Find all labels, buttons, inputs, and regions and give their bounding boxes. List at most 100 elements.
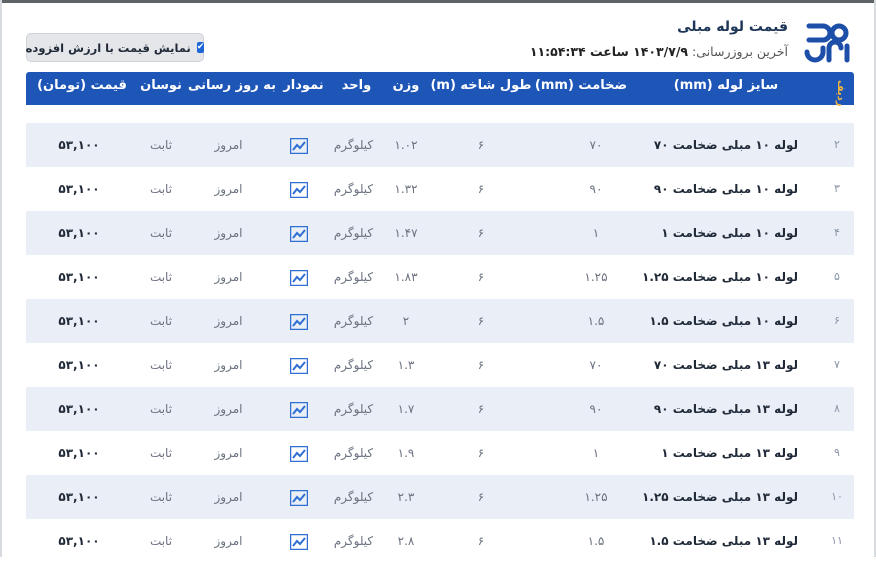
table-row[interactable]: ۴ لوله ۱۰ مبلی ضخامت ۱ ۱ ۶ ۱.۴۷ کیلوگرم …	[26, 211, 854, 255]
vat-toggle-label: نمایش قیمت با ارزش افزوده	[25, 40, 191, 55]
row-fluctuation: ثابت	[149, 358, 173, 372]
chart-trend-icon[interactable]	[276, 431, 321, 475]
row-updated: امروز	[214, 226, 243, 240]
row-price: ۵۳,۱۰۰	[58, 534, 100, 548]
vat-price-toggle[interactable]: ✔ نمایش قیمت با ارزش افزوده	[25, 33, 205, 62]
row-size[interactable]: لوله ۱۰ مبلی ضخامت ۱	[638, 211, 798, 255]
table-row[interactable]: ۱۰ لوله ۱۳ مبلی ضخامت ۱.۲۵ ۱.۲۵ ۶ ۲.۳ کی…	[26, 475, 854, 519]
table-row[interactable]: ۳ لوله ۱۰ مبلی ضخامت ۹۰ ۹۰ ۶ ۱.۳۲ کیلوگر…	[26, 167, 854, 211]
table-header: ردیف سایز لوله (mm) ضخامت (mm) طول شاخه …	[26, 72, 854, 107]
site-logo-icon	[801, 16, 855, 68]
row-price: ۵۳,۱۰۰	[58, 358, 100, 372]
col-header-chart: نمودار	[283, 78, 324, 93]
row-size[interactable]: لوله ۱۳ مبلی ضخامت ۷۰	[638, 343, 798, 387]
page-title: قیمت لوله مبلی	[677, 19, 788, 35]
col-header-size[interactable]: سایز لوله (mm)	[626, 78, 826, 93]
window-top-border	[0, 0, 876, 3]
window-left-border	[0, 0, 2, 557]
row-number: ۶	[834, 314, 840, 327]
row-updated: امروز	[214, 138, 243, 152]
row-price: ۵۳,۱۰۰	[58, 490, 100, 504]
row-size[interactable]: لوله ۱۳ مبلی ضخامت ۱.۵	[638, 519, 798, 563]
row-number: ۸	[834, 402, 840, 415]
col-header-price[interactable]: قیمت (تومان)	[32, 78, 132, 93]
chart-trend-icon[interactable]	[276, 255, 321, 299]
row-size[interactable]: لوله ۱۰ مبلی ضخامت ۱.۵	[638, 299, 798, 343]
table-row[interactable]: ۱۱ لوله ۱۳ مبلی ضخامت ۱.۵ ۱.۵ ۶ ۲.۸ کیلو…	[26, 519, 854, 563]
table-row[interactable]: ۷ لوله ۱۳ مبلی ضخامت ۷۰ ۷۰ ۶ ۱.۳ کیلوگرم…	[26, 343, 854, 387]
row-fluctuation: ثابت	[149, 446, 173, 460]
row-size[interactable]: لوله ۱۰ مبلی ضخامت ۷۰	[638, 123, 798, 167]
row-weight: ۲.۸	[397, 534, 415, 548]
row-number: ۵	[834, 270, 840, 283]
table-row[interactable]: ۹ لوله ۱۳ مبلی ضخامت ۱ ۱ ۶ ۱.۹ کیلوگرم ا…	[26, 431, 854, 475]
row-thickness: ۱.۲۵	[584, 490, 608, 504]
last-updated-label: آخرین بروزرسانی:	[692, 44, 788, 59]
row-unit: کیلوگرم	[333, 402, 374, 416]
col-header-length[interactable]: طول شاخه (m)	[428, 78, 534, 93]
chart-trend-icon[interactable]	[276, 123, 321, 167]
chart-trend-icon[interactable]	[276, 211, 321, 255]
last-updated: آخرین بروزرسانی: ۱۴۰۳/۷/۹ ساعت ۱۱:۵۴:۳۴	[530, 44, 788, 59]
row-updated: امروز	[214, 402, 243, 416]
row-unit: کیلوگرم	[333, 138, 374, 152]
row-thickness: ۱.۵	[587, 534, 605, 548]
row-size[interactable]: لوله ۱۳ مبلی ضخامت ۹۰	[638, 387, 798, 431]
row-price: ۵۳,۱۰۰	[58, 314, 100, 328]
row-length: ۶	[477, 138, 485, 152]
row-thickness: ۱	[592, 226, 600, 240]
chart-trend-icon[interactable]	[276, 475, 321, 519]
row-thickness: ۷۰	[589, 358, 603, 372]
last-updated-value: ۱۴۰۳/۷/۹ ساعت ۱۱:۵۴:۳۴	[529, 44, 689, 59]
row-number: ۲	[834, 138, 840, 151]
row-weight: ۱.۴۷	[394, 226, 418, 240]
row-weight: ۲	[402, 314, 410, 328]
table-row[interactable]: ۲ لوله ۱۰ مبلی ضخامت ۷۰ ۷۰ ۶ ۱.۰۲ کیلوگر…	[26, 123, 854, 167]
row-length: ۶	[477, 270, 485, 284]
row-weight: ۱.۰۲	[394, 138, 418, 152]
row-fluctuation: ثابت	[149, 490, 173, 504]
row-price: ۵۳,۱۰۰	[58, 270, 100, 284]
chart-trend-icon[interactable]	[276, 343, 321, 387]
col-header-weight[interactable]: وزن	[386, 78, 426, 93]
row-number: ۱۰	[831, 490, 843, 503]
row-number: ۹	[834, 446, 840, 459]
row-length: ۶	[477, 358, 485, 372]
col-header-fluctuation[interactable]: نوسان	[136, 78, 186, 93]
row-length: ۶	[477, 182, 485, 196]
chart-trend-icon[interactable]	[276, 299, 321, 343]
row-size[interactable]: لوله ۱۰ مبلی ضخامت ۹۰	[638, 167, 798, 211]
row-number: ۳	[834, 182, 840, 195]
chart-trend-icon[interactable]	[276, 519, 321, 563]
row-updated: امروز	[214, 358, 243, 372]
table-row[interactable]: ۶ لوله ۱۰ مبلی ضخامت ۱.۵ ۱.۵ ۶ ۲ کیلوگرم…	[26, 299, 854, 343]
chart-trend-icon[interactable]	[276, 387, 321, 431]
row-weight: ۱.۸۳	[394, 270, 418, 284]
row-thickness: ۱.۲۵	[584, 270, 608, 284]
col-header-row: ردیف	[835, 80, 846, 107]
row-fluctuation: ثابت	[149, 226, 173, 240]
row-size[interactable]: لوله ۱۳ مبلی ضخامت ۱	[638, 431, 798, 475]
row-size[interactable]: لوله ۱۰ مبلی ضخامت ۱.۲۵	[638, 255, 798, 299]
row-size[interactable]: لوله ۱۳ مبلی ضخامت ۱.۲۵	[638, 475, 798, 519]
row-weight: ۱.۹	[397, 446, 415, 460]
col-header-thickness[interactable]: ضخامت (mm)	[526, 78, 636, 93]
row-thickness: ۱	[592, 446, 600, 460]
chart-trend-icon[interactable]	[276, 167, 321, 211]
row-unit: کیلوگرم	[333, 534, 374, 548]
row-updated: امروز	[214, 446, 243, 460]
row-price: ۵۳,۱۰۰	[58, 402, 100, 416]
row-fluctuation: ثابت	[149, 314, 173, 328]
table-row[interactable]: ۸ لوله ۱۳ مبلی ضخامت ۹۰ ۹۰ ۶ ۱.۷ کیلوگرم…	[26, 387, 854, 431]
vat-checkbox-icon[interactable]: ✔	[196, 42, 205, 53]
row-number: ۱۱	[831, 534, 843, 547]
row-price: ۵۳,۱۰۰	[58, 446, 100, 460]
table-row[interactable]: ۵ لوله ۱۰ مبلی ضخامت ۱.۲۵ ۱.۲۵ ۶ ۱.۸۳ کی…	[26, 255, 854, 299]
col-header-unit[interactable]: واحد	[334, 78, 379, 93]
row-price: ۵۳,۱۰۰	[58, 138, 100, 152]
row-price: ۵۳,۱۰۰	[58, 226, 100, 240]
row-unit: کیلوگرم	[333, 490, 374, 504]
col-header-updated[interactable]: به روز رسانی	[188, 78, 276, 93]
row-number: ۴	[834, 226, 840, 239]
row-weight: ۲.۳	[397, 490, 415, 504]
